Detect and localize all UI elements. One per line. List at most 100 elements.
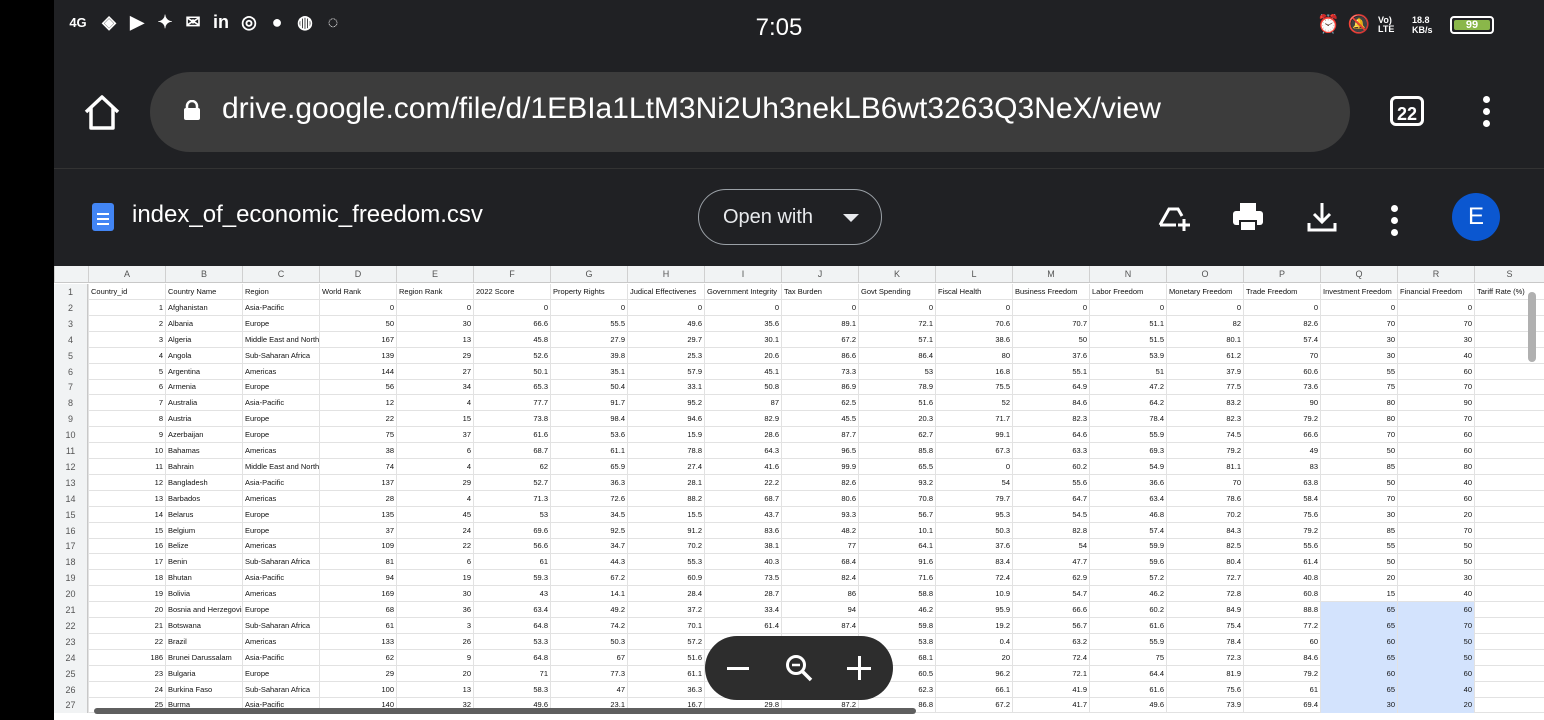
table-cell[interactable]: 94 <box>781 602 858 618</box>
table-cell[interactable]: 67.3 <box>935 443 1012 459</box>
table-cell[interactable]: 80.1 <box>1166 331 1243 348</box>
table-cell[interactable]: 87.4 <box>781 617 858 634</box>
table-cell[interactable] <box>1474 411 1544 428</box>
table-cell[interactable]: 95.3 <box>935 506 1012 523</box>
table-cell[interactable]: 84.3 <box>1166 522 1243 539</box>
table-cell[interactable]: 70.8 <box>858 490 935 507</box>
table-cell[interactable]: 89.1 <box>781 315 858 332</box>
table-cell[interactable]: 64.7 <box>1012 490 1089 507</box>
table-cell[interactable]: 54.7 <box>1012 586 1089 603</box>
table-cell[interactable]: 60 <box>1397 363 1474 380</box>
table-cell[interactable]: 50.3 <box>935 522 1012 539</box>
table-cell[interactable]: 60.9 <box>627 570 704 587</box>
row-number[interactable]: 19 <box>54 570 88 587</box>
table-cell[interactable]: 50 <box>1397 538 1474 555</box>
column-header-cell[interactable]: Government Integrity <box>704 284 781 300</box>
table-cell[interactable]: 44.3 <box>550 554 627 571</box>
table-cell[interactable]: Sub-Saharan Africa <box>242 617 319 634</box>
table-cell[interactable]: 65 <box>1320 649 1397 666</box>
table-cell[interactable]: 27 <box>396 363 473 380</box>
table-cell[interactable]: 16.8 <box>935 363 1012 380</box>
table-cell[interactable]: 51 <box>1089 363 1166 380</box>
open-with-button[interactable]: Open with <box>698 189 882 245</box>
table-cell[interactable]: 27.4 <box>627 458 704 475</box>
table-cell[interactable]: 13 <box>396 681 473 698</box>
table-cell[interactable]: 57.4 <box>1089 522 1166 539</box>
table-cell[interactable]: 26 <box>396 633 473 650</box>
table-cell[interactable]: 70.2 <box>627 538 704 555</box>
table-cell[interactable]: 61.6 <box>1089 617 1166 634</box>
table-cell[interactable]: 55.9 <box>1089 633 1166 650</box>
table-cell[interactable]: 86.9 <box>781 379 858 396</box>
table-cell[interactable]: 61.6 <box>473 427 550 444</box>
column-header-cell[interactable]: Financial Freedom <box>1397 284 1474 300</box>
more-options-icon[interactable] <box>1388 205 1400 241</box>
browser-menu-icon[interactable] <box>1480 96 1492 132</box>
table-cell[interactable]: 15.9 <box>627 427 704 444</box>
table-cell[interactable]: 75.6 <box>1166 681 1243 698</box>
table-cell[interactable]: 95.2 <box>627 395 704 412</box>
table-cell[interactable]: 37.6 <box>1012 347 1089 364</box>
column-header-cell[interactable]: Region <box>242 284 319 300</box>
table-cell[interactable]: 0 <box>1320 299 1397 316</box>
table-cell[interactable]: 40 <box>1397 347 1474 364</box>
table-cell[interactable]: 82.6 <box>781 474 858 491</box>
table-cell[interactable]: 80 <box>1320 395 1397 412</box>
table-cell[interactable]: 68.4 <box>781 554 858 571</box>
table-cell[interactable]: 36.6 <box>1089 474 1166 491</box>
table-cell[interactable]: Bolivia <box>165 586 242 603</box>
table-cell[interactable] <box>1474 665 1544 682</box>
column-letter-m[interactable]: M <box>1012 266 1089 282</box>
add-to-drive-icon[interactable] <box>1156 199 1192 235</box>
table-cell[interactable]: 36.3 <box>550 474 627 491</box>
column-header-cell[interactable]: Country Name <box>165 284 242 300</box>
table-cell[interactable]: 50 <box>1320 474 1397 491</box>
table-cell[interactable]: 95.9 <box>935 602 1012 618</box>
table-cell[interactable]: Middle East and North Africa <box>242 458 319 475</box>
table-cell[interactable]: Botswana <box>165 617 242 634</box>
table-cell[interactable]: Asia-Pacific <box>242 474 319 491</box>
table-cell[interactable]: 82 <box>1166 315 1243 332</box>
table-cell[interactable]: 60 <box>1243 633 1320 650</box>
table-cell[interactable]: Asia-Pacific <box>242 395 319 412</box>
table-cell[interactable]: 50.4 <box>550 379 627 396</box>
column-letter-o[interactable]: O <box>1166 266 1243 282</box>
table-cell[interactable]: 62 <box>473 458 550 475</box>
table-cell[interactable]: 78.8 <box>627 443 704 459</box>
table-cell[interactable]: 0 <box>550 299 627 316</box>
column-letter-r[interactable]: R <box>1397 266 1474 282</box>
table-cell[interactable]: 70 <box>1397 617 1474 634</box>
table-cell[interactable]: 9 <box>396 649 473 666</box>
table-cell[interactable]: 93.2 <box>858 474 935 491</box>
column-letter-l[interactable]: L <box>935 266 1012 282</box>
table-cell[interactable]: 2 <box>88 315 165 332</box>
table-cell[interactable]: 24 <box>396 522 473 539</box>
table-cell[interactable]: 63.4 <box>1089 490 1166 507</box>
table-cell[interactable]: 29 <box>396 474 473 491</box>
column-letter-e[interactable]: E <box>396 266 473 282</box>
table-cell[interactable]: 9 <box>88 427 165 444</box>
table-cell[interactable]: 70 <box>1166 474 1243 491</box>
table-cell[interactable]: 69.4 <box>1243 697 1320 714</box>
table-cell[interactable]: 50 <box>1397 554 1474 571</box>
table-cell[interactable]: 70 <box>1243 347 1320 364</box>
table-cell[interactable]: 144 <box>319 363 396 380</box>
table-cell[interactable]: Afghanistan <box>165 299 242 316</box>
table-cell[interactable]: 22 <box>88 633 165 650</box>
table-cell[interactable]: 57.9 <box>627 363 704 380</box>
table-cell[interactable]: 50.1 <box>473 363 550 380</box>
column-header-cell[interactable]: Fiscal Health <box>935 284 1012 300</box>
table-cell[interactable]: 135 <box>319 506 396 523</box>
table-cell[interactable]: 13 <box>88 490 165 507</box>
table-cell[interactable]: 20 <box>396 665 473 682</box>
column-header-cell[interactable]: 2022 Score <box>473 284 550 300</box>
table-cell[interactable]: 85 <box>1320 458 1397 475</box>
row-number[interactable]: 2 <box>54 299 88 316</box>
table-cell[interactable]: 186 <box>88 649 165 666</box>
table-cell[interactable]: 83.4 <box>935 554 1012 571</box>
table-cell[interactable]: 82.8 <box>1012 522 1089 539</box>
table-cell[interactable]: 65 <box>1320 602 1397 618</box>
table-cell[interactable]: 68.7 <box>704 490 781 507</box>
table-cell[interactable]: 37.2 <box>627 602 704 618</box>
table-cell[interactable]: 45 <box>396 506 473 523</box>
